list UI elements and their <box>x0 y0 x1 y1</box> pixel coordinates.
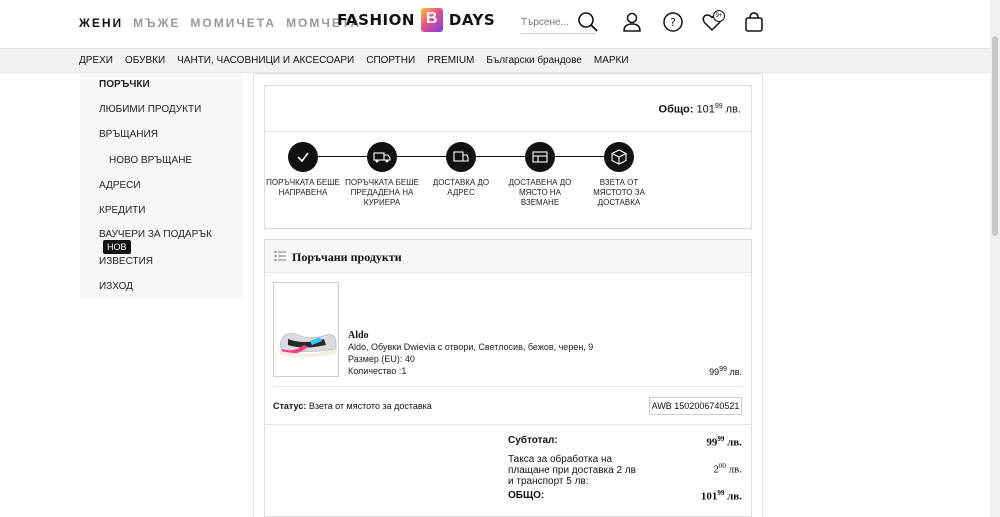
step-label-delivery: ДОСТАВКА ДО АДРЕС <box>432 178 490 197</box>
divider <box>265 131 751 132</box>
product-name[interactable]: Aldo, Обувки Dwievia с отвори, Светлосив… <box>348 342 593 352</box>
category-bar: ДРЕХИ ОБУВКИ ЧАНТИ, ЧАСОВНИЦИ И АКСЕСОАР… <box>0 48 1000 73</box>
category-bags-accessories[interactable]: ЧАНТИ, ЧАСОВНИЦИ И АКСЕСОАРИ <box>177 55 354 66</box>
page-scrollbar[interactable] <box>990 0 1000 517</box>
logo[interactable]: FASHION DAYS <box>337 6 495 34</box>
help-icon[interactable]: ? <box>662 11 684 33</box>
sidebar-item-returns[interactable]: ВРЪЩАНИЯ <box>99 129 158 140</box>
fee-currency: лв. <box>728 463 742 476</box>
order-total-label: Общо: <box>658 103 694 116</box>
order-total-currency: лв. <box>725 103 741 116</box>
product-price: 9999 лв. <box>709 366 742 377</box>
account-sidebar: ПОРЪЧКИ ЛЮБИМИ ПРОДУКТИ ВРЪЩАНИЯ НОВО ВР… <box>80 73 243 298</box>
sidebar-item-favorites[interactable]: ЛЮБИМИ ПРОДУКТИ <box>99 104 201 115</box>
step-label-picked-up: ВЗЕТА ОТ МЯСТОТО ЗА ДОСТАВКА <box>593 178 645 207</box>
order-total: Общо: 10199 лв. <box>659 103 741 116</box>
fee-value: 200 лв. <box>713 462 742 476</box>
status-label: Статус: <box>273 401 307 411</box>
step-delivery <box>446 142 476 172</box>
awb-tracking-number[interactable]: AWB 1502006740521 <box>649 397 742 415</box>
products-title: Поръчани продукти <box>292 250 402 264</box>
search-input[interactable] <box>521 17 576 28</box>
grand-total-dec: 99 <box>717 489 725 497</box>
user-icon[interactable] <box>621 11 643 33</box>
new-badge: НОВ <box>103 240 131 254</box>
sidebar-item-orders[interactable]: ПОРЪЧКИ <box>99 79 150 90</box>
product-size: Размер (EU): 40 <box>348 354 415 364</box>
category-sport[interactable]: СПОРТНИ <box>366 55 415 66</box>
step-label-placed: ПОРЪЧКАТА БЕШЕ НАПРАВЕНА <box>266 178 340 197</box>
tab-girls[interactable]: МОМИЧЕТА <box>190 16 276 30</box>
product-price-currency: лв. <box>729 367 742 377</box>
bag-icon[interactable] <box>743 11 765 33</box>
step-placed <box>288 142 318 172</box>
divider <box>264 424 752 425</box>
logo-text-right: DAYS <box>448 11 496 29</box>
list-icon <box>274 251 286 261</box>
search-icon[interactable] <box>577 11 599 33</box>
fee-label: Такса за обработка на плащане при достав… <box>508 454 636 487</box>
subtotal-int: 99 <box>706 436 718 449</box>
subtotal-label: Субтотал: <box>508 435 558 446</box>
product-brand: Aldo <box>348 330 369 341</box>
shoe-image <box>279 332 337 358</box>
order-total-dec: 99 <box>714 103 723 110</box>
category-premium[interactable]: PREMIUM <box>427 55 474 66</box>
gender-tabs: ЖЕНИ МЪЖЕ МОМИЧЕТА МОМЧЕТА <box>79 16 371 30</box>
category-bulgarian-brands[interactable]: Български брандове <box>486 55 581 66</box>
svg-text:?: ? <box>670 16 676 29</box>
sidebar-item-addresses[interactable]: АДРЕСИ <box>99 180 141 191</box>
products-card-header: Поръчани продукти <box>265 240 751 273</box>
sidebar-item-logout[interactable]: ИЗХОД <box>99 281 133 292</box>
package-icon <box>611 149 627 165</box>
category-clothes[interactable]: ДРЕХИ <box>79 55 113 66</box>
subtotal-dec: 99 <box>717 435 725 443</box>
fee-dec: 00 <box>718 462 726 470</box>
category-brands[interactable]: МАРКИ <box>594 55 629 66</box>
grand-total-int: 101 <box>700 490 718 503</box>
grand-total-currency: лв. <box>727 490 742 503</box>
grand-total-value: 10199 лв. <box>701 489 742 503</box>
store-icon <box>532 151 548 163</box>
product-price-dec: 99 <box>719 366 727 373</box>
sidebar-item-gift-vouchers[interactable]: ВАУЧЕРИ ЗА ПОДАРЪКНОВ <box>99 229 243 254</box>
step-courier <box>367 142 397 172</box>
tab-women[interactable]: ЖЕНИ <box>79 16 123 30</box>
step-label-pickup-point: ДОСТАВЕНА ДО МЯСТО НА ВЗЕМАНЕ <box>508 178 572 207</box>
product-price-int: 99 <box>709 367 720 377</box>
wishlist-count-badge: 9+ <box>713 10 725 22</box>
delivery-icon <box>453 151 469 162</box>
order-total-int: 101 <box>696 103 715 116</box>
step-label-courier: ПОРЪЧКАТА БЕШЕ ПРЕДАДЕНА НА КУРИЕРА <box>345 178 419 207</box>
step-picked-up <box>604 142 634 172</box>
step-pickup-point <box>525 142 555 172</box>
logo-text-left: FASHION <box>337 11 415 29</box>
sidebar-item-credits[interactable]: КРЕДИТИ <box>99 205 145 216</box>
check-icon <box>297 152 309 163</box>
order-status: Статус: Взета от мястото за доставка <box>273 401 432 411</box>
product-image[interactable] <box>273 282 339 377</box>
subtotal-currency: лв. <box>727 436 742 449</box>
status-value: Взета от мястото за доставка <box>308 401 432 411</box>
scrollbar-thumb[interactable] <box>992 36 998 236</box>
divider <box>273 386 743 387</box>
subtotal-value: 9999 лв. <box>706 435 742 449</box>
product-quantity: Количество :1 <box>348 366 407 376</box>
category-shoes[interactable]: ОБУВКИ <box>125 55 165 66</box>
top-header: ЖЕНИ МЪЖЕ МОМИЧЕТА МОМЧЕТА FASHION DAYS … <box>0 0 1000 48</box>
sidebar-item-label: ВАУЧЕРИ ЗА ПОДАРЪК <box>99 229 212 240</box>
sidebar-item-notifications[interactable]: ИЗВЕСТИЯ <box>99 256 153 267</box>
logo-mark-icon <box>420 8 443 32</box>
truck-icon <box>373 152 391 163</box>
grand-total-label: ОБЩО: <box>508 490 545 501</box>
tab-men[interactable]: МЪЖЕ <box>133 16 180 30</box>
sidebar-item-new-return[interactable]: НОВО ВРЪЩАНЕ <box>109 155 192 166</box>
